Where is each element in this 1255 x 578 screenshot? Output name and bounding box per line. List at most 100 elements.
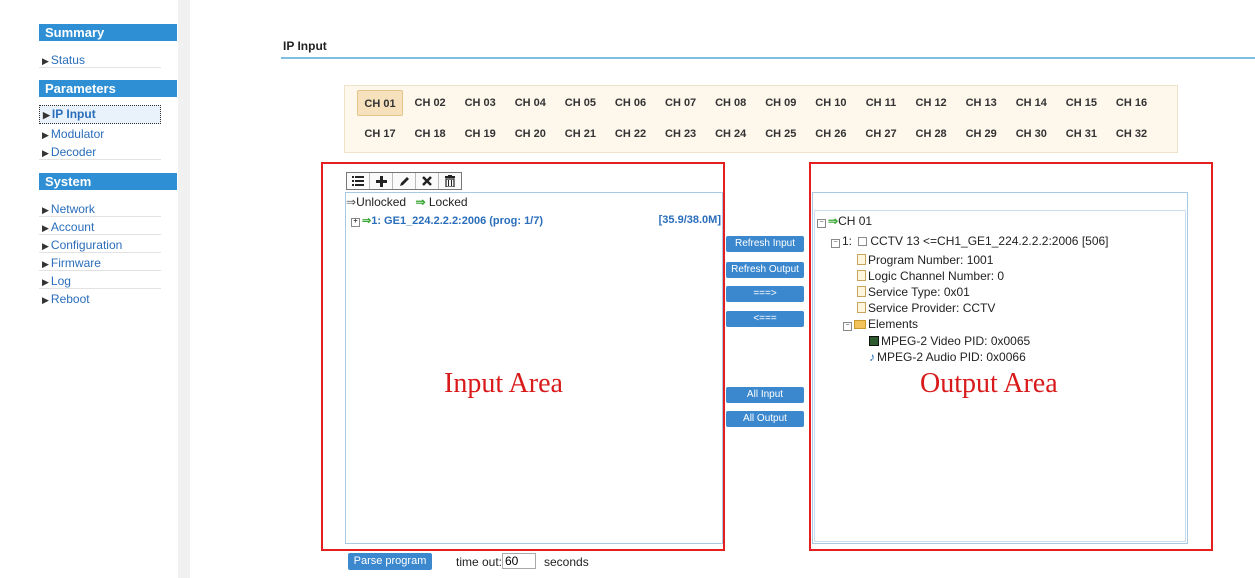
elements-node[interactable]: − Elements [843, 317, 918, 331]
collapse-minus-icon[interactable]: − [831, 239, 840, 248]
channel-tab-ch-14[interactable]: CH 14 [1008, 90, 1054, 116]
video-film-icon [869, 336, 879, 346]
service-provider: Service Provider: CCTV [868, 301, 996, 315]
channel-tab-ch-20[interactable]: CH 20 [507, 121, 553, 147]
sidebar-item-account[interactable]: ▶ Account [39, 219, 161, 235]
program-number: Program Number: 1001 [868, 253, 994, 267]
sidebar-item-log[interactable]: ▶ Log [39, 273, 161, 289]
channel-tab-ch-11[interactable]: CH 11 [858, 90, 904, 116]
add-icon[interactable] [370, 173, 393, 189]
sidebar-item-ip-input[interactable]: ▶ IP Input [39, 105, 161, 124]
channel-tab-ch-17[interactable]: CH 17 [357, 121, 403, 147]
sidebar-item-configuration[interactable]: ▶ Configuration [39, 237, 161, 253]
arrow-right-green-icon: ⇒ [362, 215, 372, 227]
refresh-input-button[interactable]: Refresh Input [726, 236, 804, 252]
triangle-right-icon: ▶ [42, 277, 49, 287]
output-channel-node[interactable]: − ⇒CH 01 [817, 214, 872, 228]
channel-tab-ch-21[interactable]: CH 21 [557, 121, 603, 147]
output-area-annotation: Output Area [920, 368, 1058, 399]
all-input-button[interactable]: All Input [726, 387, 804, 403]
expand-plus-icon[interactable]: + [351, 218, 360, 227]
sidebar-item-label: Status [50, 53, 85, 67]
collapse-minus-icon[interactable]: − [843, 322, 852, 331]
channel-tab-ch-08[interactable]: CH 08 [708, 90, 754, 116]
legend-unlocked: Unlocked [356, 195, 407, 209]
page-title: IP Input [283, 39, 327, 53]
sidebar-section-system: System [39, 173, 177, 190]
sidebar-item-label: Account [50, 220, 95, 234]
sidebar-item-label: Reboot [50, 292, 90, 306]
move-left-button[interactable]: <=== [726, 311, 804, 327]
channel-tab-ch-31[interactable]: CH 31 [1058, 121, 1104, 147]
document-icon [857, 270, 866, 281]
input-tree-item[interactable]: + ⇒1: GE1_224.2.2.2:2006 (prog: 1/7) [35.… [351, 214, 721, 227]
document-icon [857, 254, 866, 265]
title-divider [281, 57, 1255, 59]
channel-tab-ch-29[interactable]: CH 29 [958, 121, 1004, 147]
triangle-right-icon: ▶ [42, 241, 49, 251]
triangle-right-icon: ▶ [42, 295, 49, 305]
sidebar-item-reboot[interactable]: ▶ Reboot [39, 291, 161, 307]
logic-channel-item: Logic Channel Number: 0 [857, 269, 1004, 283]
channel-tab-ch-03[interactable]: CH 03 [457, 90, 503, 116]
trash-icon[interactable] [439, 173, 461, 189]
triangle-right-icon: ▶ [42, 130, 49, 140]
parse-program-button[interactable]: Parse program [348, 553, 432, 570]
channel-tab-ch-15[interactable]: CH 15 [1058, 90, 1104, 116]
channel-tab-ch-27[interactable]: CH 27 [858, 121, 904, 147]
sidebar-item-firmware[interactable]: ▶ Firmware [39, 255, 161, 271]
channel-tab-ch-30[interactable]: CH 30 [1008, 121, 1054, 147]
channel-tab-ch-07[interactable]: CH 07 [658, 90, 704, 116]
channel-tab-ch-23[interactable]: CH 23 [658, 121, 704, 147]
channel-tab-ch-19[interactable]: CH 19 [457, 121, 503, 147]
channel-tab-ch-10[interactable]: CH 10 [808, 90, 854, 116]
sidebar-item-label: Configuration [50, 238, 123, 252]
folder-icon [854, 320, 866, 329]
sidebar-item-label: Log [50, 274, 71, 288]
service-type-item: Service Type: 0x01 [857, 285, 970, 299]
channel-tab-ch-05[interactable]: CH 05 [557, 90, 603, 116]
channel-tab-ch-06[interactable]: CH 06 [608, 90, 654, 116]
output-program-node[interactable]: −1: CCTV 13 <=CH1_GE1_224.2.2.2:2006 [50… [831, 234, 1109, 248]
sidebar-item-network[interactable]: ▶ Network [39, 201, 161, 217]
channel-tab-ch-22[interactable]: CH 22 [608, 121, 654, 147]
channel-tab-ch-28[interactable]: CH 28 [908, 121, 954, 147]
channel-tab-ch-04[interactable]: CH 04 [507, 90, 553, 116]
channel-tab-ch-01[interactable]: CH 01 [357, 90, 403, 116]
sidebar-item-modulator[interactable]: ▶ Modulator [39, 126, 161, 142]
input-area-annotation: Input Area [444, 368, 563, 399]
delete-icon[interactable] [416, 173, 439, 189]
sidebar-item-label: Decoder [50, 145, 97, 159]
channel-tab-ch-32[interactable]: CH 32 [1109, 121, 1155, 147]
move-right-button[interactable]: ===> [726, 286, 804, 302]
edit-icon[interactable] [393, 173, 416, 189]
triangle-right-icon: ▶ [42, 205, 49, 215]
audio-pid-item: ♪ MPEG-2 Audio PID: 0x0066 [869, 350, 1026, 364]
channel-tab-ch-25[interactable]: CH 25 [758, 121, 804, 147]
collapse-minus-icon[interactable]: − [817, 219, 826, 228]
list-icon[interactable] [347, 173, 370, 189]
all-output-button[interactable]: All Output [726, 411, 804, 427]
timeout-input[interactable] [502, 553, 536, 569]
channel-tab-ch-13[interactable]: CH 13 [958, 90, 1004, 116]
sidebar-section-summary: Summary [39, 24, 177, 41]
channel-tab-ch-18[interactable]: CH 18 [407, 121, 453, 147]
channel-selector: CH 01 CH 02 CH 03 CH 04 CH 05 CH 06 CH 07 CH 08… [344, 85, 1178, 153]
document-icon [857, 286, 866, 297]
sidebar-item-decoder[interactable]: ▶ Decoder [39, 144, 161, 160]
sidebar-section-parameters: Parameters [39, 80, 177, 97]
channel-tab-ch-12[interactable]: CH 12 [908, 90, 954, 116]
elements-label: Elements [868, 317, 919, 331]
channel-tab-ch-24[interactable]: CH 24 [708, 121, 754, 147]
channel-tab-ch-02[interactable]: CH 02 [407, 90, 453, 116]
channel-tab-ch-16[interactable]: CH 16 [1109, 90, 1155, 116]
sidebar-item-status[interactable]: ▶ Status [39, 52, 161, 68]
channel-tab-ch-09[interactable]: CH 09 [758, 90, 804, 116]
channel-tab-ch-26[interactable]: CH 26 [808, 121, 854, 147]
input-entry-rate: [35.9/38.0M] [658, 214, 721, 226]
lock-legend: ⇒Unlocked ⇒ Locked [346, 195, 468, 209]
audio-note-icon: ♪ [869, 350, 875, 364]
audio-pid: MPEG-2 Audio PID: 0x0066 [877, 350, 1026, 364]
program-checkbox[interactable] [858, 237, 868, 246]
refresh-output-button[interactable]: Refresh Output [726, 262, 804, 278]
